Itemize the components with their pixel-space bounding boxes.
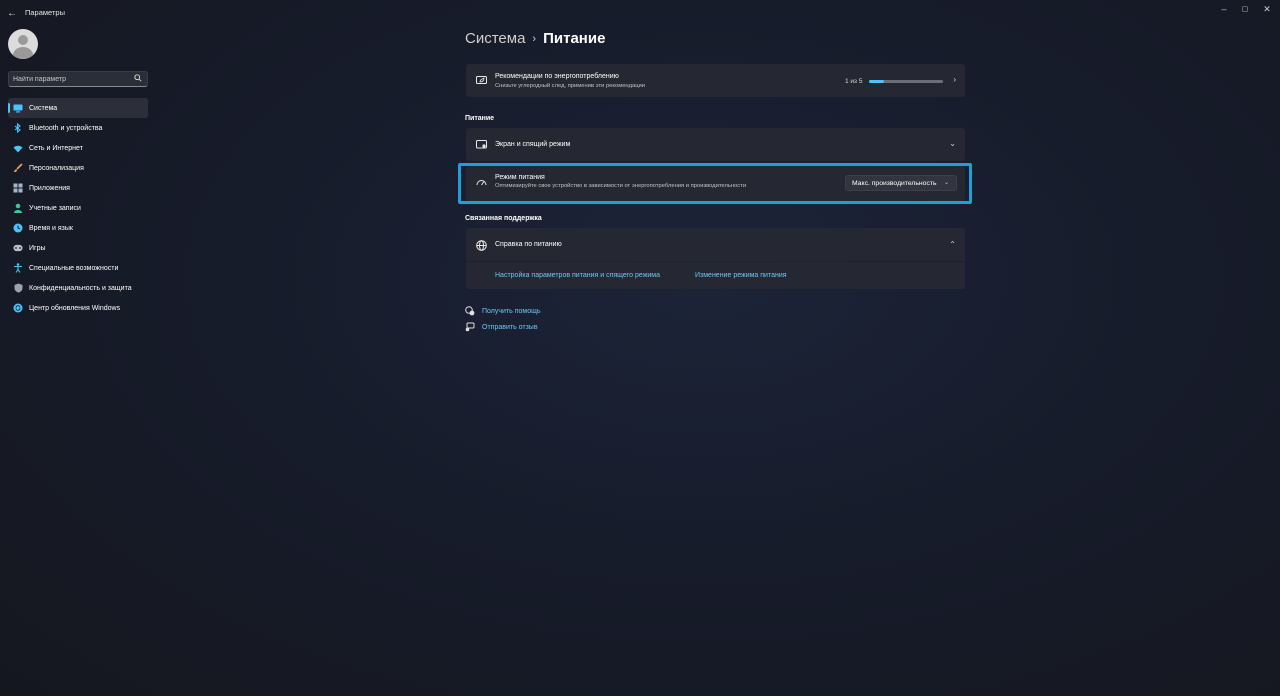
avatar-body-shape [13,47,33,59]
progress-fill [869,80,884,83]
shield-icon [13,283,23,293]
send-feedback-link[interactable]: Отправить отзыв [465,322,538,332]
search-input[interactable] [13,73,131,85]
maximize-button[interactable]: ▢ [1234,2,1256,16]
get-help-link[interactable]: Получить помощь [465,306,541,316]
page-title: Питание [543,30,606,47]
link-power-sleep-settings[interactable]: Настройка параметров питания и спящего р… [495,272,660,279]
sidebar-item-6[interactable]: Учетные записи [8,198,148,218]
sidebar-item-label: Система [29,104,58,112]
sidebar-item-label: Учетные записи [29,204,81,212]
globe-icon [475,239,487,251]
sidebar-item-label: Персонализация [29,164,84,172]
minimize-button[interactable]: – [1213,2,1235,16]
search-box[interactable] [8,71,148,87]
recommendations-subtitle: Снизьте углеродный след, применив эти ре… [495,83,646,89]
monitor-icon [13,103,23,113]
breadcrumb-separator: › [532,32,537,45]
sidebar-item-label: Приложения [29,184,70,192]
screen-sleep-icon [475,139,487,151]
search-icon[interactable] [134,74,142,84]
screen-sleep-card[interactable]: Экран и спящий режим ⌄ [466,128,965,161]
leaf-monitor-icon [475,75,487,87]
help-chat-icon [465,306,475,316]
sidebar-item-2[interactable]: Bluetooth и устройства [8,118,148,138]
avatar[interactable] [8,29,38,59]
breadcrumb: Система › Питание [465,30,605,47]
person-icon [13,203,23,213]
accessibility-icon [13,263,23,273]
sidebar-item-1[interactable]: Система [8,98,148,118]
chevron-down-icon: ⌄ [943,180,949,186]
power-help-links-panel: Настройка параметров питания и спящего р… [466,262,965,289]
send-feedback-label: Отправить отзыв [482,323,538,331]
update-icon [13,303,23,313]
power-mode-selected-value: Макс. производительность [852,179,937,187]
recommendations-card[interactable]: Рекомендации по энергопотреблению Снизьт… [466,64,965,97]
power-section-title: Питание [465,115,495,122]
close-button[interactable]: ✕ [1256,2,1278,16]
power-mode-icon [475,177,487,189]
globe-clock-icon [13,223,23,233]
sidebar-item-7[interactable]: Время и язык [8,218,148,238]
breadcrumb-parent[interactable]: Система [465,30,525,47]
sidebar-item-10[interactable]: Конфиденциальность и защита [8,278,148,298]
sidebar-item-label: Специальные возможности [29,264,119,272]
title-bar: ← Параметры – ▢ ✕ [0,0,1280,26]
recommendations-progress-text: 1 из 5 [845,78,863,85]
sidebar-item-label: Время и язык [29,224,73,232]
sidebar-item-label: Центр обновления Windows [29,304,121,312]
gamepad-icon [13,243,23,253]
power-mode-title: Режим питания [495,174,545,181]
sidebar-item-4[interactable]: Персонализация [8,158,148,178]
apps-icon [13,183,23,193]
sidebar-nav: Система Bluetooth и устройства Сеть и Инте… [8,98,148,318]
chevron-up-icon[interactable]: ⌃ [949,240,956,249]
sidebar-item-5[interactable]: Приложения [8,178,148,198]
power-help-title: Справка по питанию [495,241,562,248]
brush-icon [13,163,23,173]
sidebar-item-label: Конфиденциальность и защита [29,284,132,292]
wifi-icon [13,143,23,153]
chevron-down-icon[interactable]: ⌄ [949,139,956,148]
related-section-title: Связанная поддержка [465,215,542,222]
feedback-icon [465,322,475,332]
back-arrow-icon[interactable]: ← [4,5,20,21]
get-help-label: Получить помощь [482,307,541,315]
sidebar-item-3[interactable]: Сеть и Интернет [8,138,148,158]
sidebar-item-11[interactable]: Центр обновления Windows [8,298,148,318]
avatar-head-shape [18,35,28,45]
power-mode-dropdown[interactable]: Макс. производительность ⌄ [845,175,957,191]
link-change-power-mode[interactable]: Изменение режима питания [695,272,787,279]
sidebar-item-8[interactable]: Игры [8,238,148,258]
sidebar-item-label: Сеть и Интернет [29,144,83,152]
power-help-card[interactable]: Справка по питанию ⌃ [466,228,965,261]
power-mode-subtitle: Оптимизируйте свое устройство в зависимо… [495,183,747,189]
sidebar-item-9[interactable]: Специальные возможности [8,258,148,278]
sidebar-item-label: Игры [29,244,46,252]
recommendations-title: Рекомендации по энергопотреблению [495,73,619,80]
sidebar-item-label: Bluetooth и устройства [29,124,103,132]
screen-sleep-title: Экран и спящий режим [495,141,571,148]
recommendations-progress-bar [869,80,943,83]
bluetooth-icon [13,123,23,133]
app-title: Параметры [25,8,65,17]
power-mode-card: Режим питания Оптимизируйте свое устройс… [466,166,965,201]
chevron-right-icon[interactable]: › [953,75,956,84]
